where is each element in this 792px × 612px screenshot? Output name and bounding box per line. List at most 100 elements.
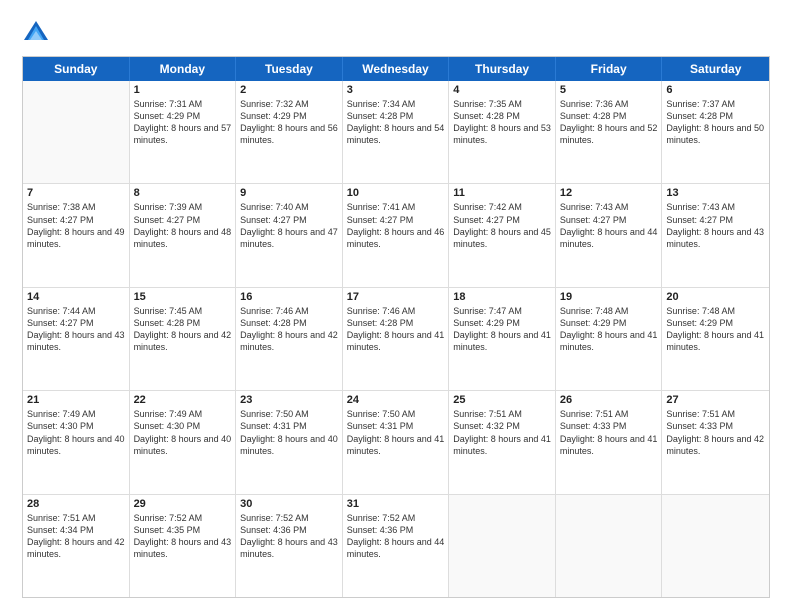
sun-info: Sunrise: 7:40 AMSunset: 4:27 PMDaylight:… [240,201,338,250]
calendar-cell: 24 Sunrise: 7:50 AMSunset: 4:31 PMDayligh… [343,391,450,493]
sun-info: Sunrise: 7:39 AMSunset: 4:27 PMDaylight:… [134,201,232,250]
day-number: 4 [453,84,551,96]
sun-info: Sunrise: 7:43 AMSunset: 4:27 PMDaylight:… [560,201,658,250]
day-number: 30 [240,498,338,510]
calendar-cell: 2 Sunrise: 7:32 AMSunset: 4:29 PMDaylight… [236,81,343,183]
calendar-row: 1 Sunrise: 7:31 AMSunset: 4:29 PMDaylight… [23,81,769,184]
day-number: 2 [240,84,338,96]
day-number: 5 [560,84,658,96]
calendar: SundayMondayTuesdayWednesdayThursdayFrid… [22,56,770,598]
calendar-row: 7 Sunrise: 7:38 AMSunset: 4:27 PMDaylight… [23,184,769,287]
calendar-cell: 30 Sunrise: 7:52 AMSunset: 4:36 PMDayligh… [236,495,343,597]
day-number: 9 [240,187,338,199]
sun-info: Sunrise: 7:48 AMSunset: 4:29 PMDaylight:… [560,305,658,354]
day-number: 11 [453,187,551,199]
calendar-cell: 29 Sunrise: 7:52 AMSunset: 4:35 PMDayligh… [130,495,237,597]
calendar-cell: 7 Sunrise: 7:38 AMSunset: 4:27 PMDaylight… [23,184,130,286]
calendar-cell: 22 Sunrise: 7:49 AMSunset: 4:30 PMDayligh… [130,391,237,493]
day-number: 25 [453,394,551,406]
sun-info: Sunrise: 7:52 AMSunset: 4:35 PMDaylight:… [134,512,232,561]
calendar-cell: 10 Sunrise: 7:41 AMSunset: 4:27 PMDayligh… [343,184,450,286]
calendar-cell [556,495,663,597]
calendar-cell: 11 Sunrise: 7:42 AMSunset: 4:27 PMDayligh… [449,184,556,286]
sun-info: Sunrise: 7:32 AMSunset: 4:29 PMDaylight:… [240,98,338,147]
calendar-cell: 21 Sunrise: 7:49 AMSunset: 4:30 PMDayligh… [23,391,130,493]
calendar-cell: 9 Sunrise: 7:40 AMSunset: 4:27 PMDaylight… [236,184,343,286]
day-number: 15 [134,291,232,303]
weekday-header: Saturday [662,57,769,81]
sun-info: Sunrise: 7:41 AMSunset: 4:27 PMDaylight:… [347,201,445,250]
sun-info: Sunrise: 7:46 AMSunset: 4:28 PMDaylight:… [347,305,445,354]
sun-info: Sunrise: 7:51 AMSunset: 4:33 PMDaylight:… [666,408,765,457]
calendar-cell: 31Sunrise: 7:52 AMSunset: 4:36 PMDayligh… [343,495,450,597]
day-number: 8 [134,187,232,199]
day-number: 21 [27,394,125,406]
sun-info: Sunrise: 7:37 AMSunset: 4:28 PMDaylight:… [666,98,765,147]
day-number: 27 [666,394,765,406]
calendar-cell: 1 Sunrise: 7:31 AMSunset: 4:29 PMDaylight… [130,81,237,183]
day-number: 12 [560,187,658,199]
logo-icon [22,18,50,46]
calendar-cell: 28 Sunrise: 7:51 AMSunset: 4:34 PMDayligh… [23,495,130,597]
weekday-header: Wednesday [343,57,450,81]
calendar-cell [23,81,130,183]
calendar-body: 1 Sunrise: 7:31 AMSunset: 4:29 PMDaylight… [23,81,769,597]
sun-info: Sunrise: 7:49 AMSunset: 4:30 PMDaylight:… [134,408,232,457]
day-number: 23 [240,394,338,406]
sun-info: Sunrise: 7:44 AMSunset: 4:27 PMDaylight:… [27,305,125,354]
calendar-cell: 16 Sunrise: 7:46 AMSunset: 4:28 PMDayligh… [236,288,343,390]
weekday-header: Tuesday [236,57,343,81]
day-number: 1 [134,84,232,96]
calendar-cell: 18 Sunrise: 7:47 AMSunset: 4:29 PMDayligh… [449,288,556,390]
day-number: 29 [134,498,232,510]
weekday-header: Friday [556,57,663,81]
weekday-header: Sunday [23,57,130,81]
day-number: 7 [27,187,125,199]
day-number: 3 [347,84,445,96]
day-number: 16 [240,291,338,303]
day-number: 18 [453,291,551,303]
calendar-cell: 13 Sunrise: 7:43 AMSunset: 4:27 PMDayligh… [662,184,769,286]
sun-info: Sunrise: 7:34 AMSunset: 4:28 PMDaylight:… [347,98,445,147]
sun-info: Sunrise: 7:45 AMSunset: 4:28 PMDaylight:… [134,305,232,354]
logo [22,18,54,46]
sun-info: Sunrise: 7:31 AMSunset: 4:29 PMDaylight:… [134,98,232,147]
sun-info: Sunrise: 7:47 AMSunset: 4:29 PMDaylight:… [453,305,551,354]
calendar-cell: 19Sunrise: 7:48 AMSunset: 4:29 PMDayligh… [556,288,663,390]
calendar-cell: 15 Sunrise: 7:45 AMSunset: 4:28 PMDayligh… [130,288,237,390]
sun-info: Sunrise: 7:43 AMSunset: 4:27 PMDaylight:… [666,201,765,250]
calendar-row: 14Sunrise: 7:44 AMSunset: 4:27 PMDayligh… [23,288,769,391]
sun-info: Sunrise: 7:51 AMSunset: 4:32 PMDaylight:… [453,408,551,457]
sun-info: Sunrise: 7:51 AMSunset: 4:34 PMDaylight:… [27,512,125,561]
sun-info: Sunrise: 7:48 AMSunset: 4:29 PMDaylight:… [666,305,765,354]
calendar-cell: 12 Sunrise: 7:43 AMSunset: 4:27 PMDayligh… [556,184,663,286]
calendar-cell [662,495,769,597]
day-number: 13 [666,187,765,199]
day-number: 17 [347,291,445,303]
calendar-row: 28 Sunrise: 7:51 AMSunset: 4:34 PMDayligh… [23,495,769,597]
calendar-cell: 3 Sunrise: 7:34 AMSunset: 4:28 PMDaylight… [343,81,450,183]
sun-info: Sunrise: 7:51 AMSunset: 4:33 PMDaylight:… [560,408,658,457]
day-number: 28 [27,498,125,510]
day-number: 26 [560,394,658,406]
sun-info: Sunrise: 7:46 AMSunset: 4:28 PMDaylight:… [240,305,338,354]
sun-info: Sunrise: 7:49 AMSunset: 4:30 PMDaylight:… [27,408,125,457]
calendar-cell: 4 Sunrise: 7:35 AMSunset: 4:28 PMDaylight… [449,81,556,183]
sun-info: Sunrise: 7:52 AMSunset: 4:36 PMDaylight:… [240,512,338,561]
day-number: 22 [134,394,232,406]
calendar-cell: 26 Sunrise: 7:51 AMSunset: 4:33 PMDayligh… [556,391,663,493]
sun-info: Sunrise: 7:50 AMSunset: 4:31 PMDaylight:… [347,408,445,457]
sun-info: Sunrise: 7:38 AMSunset: 4:27 PMDaylight:… [27,201,125,250]
sun-info: Sunrise: 7:35 AMSunset: 4:28 PMDaylight:… [453,98,551,147]
day-number: 10 [347,187,445,199]
header [22,18,770,46]
calendar-cell: 23Sunrise: 7:50 AMSunset: 4:31 PMDayligh… [236,391,343,493]
sun-info: Sunrise: 7:42 AMSunset: 4:27 PMDaylight:… [453,201,551,250]
calendar-cell: 25 Sunrise: 7:51 AMSunset: 4:32 PMDayligh… [449,391,556,493]
calendar-cell: 5 Sunrise: 7:36 AMSunset: 4:28 PMDaylight… [556,81,663,183]
weekday-header: Monday [130,57,237,81]
weekday-header: Thursday [449,57,556,81]
day-number: 24 [347,394,445,406]
sun-info: Sunrise: 7:36 AMSunset: 4:28 PMDaylight:… [560,98,658,147]
day-number: 31 [347,498,445,510]
